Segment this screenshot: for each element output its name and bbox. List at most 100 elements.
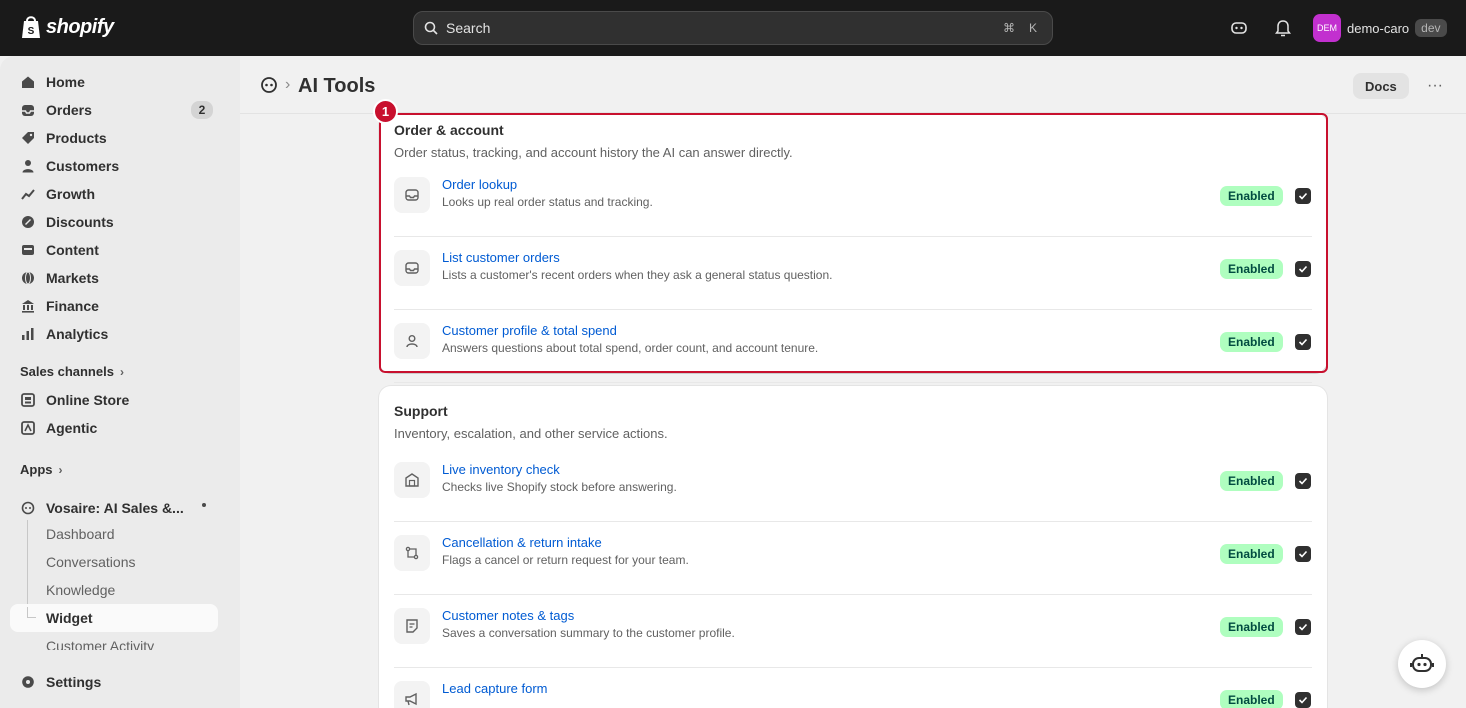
sidebar-subitem-dashboard[interactable]: Dashboard bbox=[46, 526, 115, 542]
sidebar-item-home[interactable]: Home bbox=[10, 68, 218, 96]
checkmark-icon bbox=[1298, 550, 1308, 558]
home-icon bbox=[20, 74, 36, 90]
tool-row-cancellation-return: Cancellation & return intake Flags a can… bbox=[394, 522, 1312, 595]
svg-text:S: S bbox=[28, 26, 35, 37]
tool-name-link[interactable]: Cancellation & return intake bbox=[442, 535, 602, 550]
discount-icon bbox=[20, 214, 36, 230]
sidebar-subitem-knowledge[interactable]: Knowledge bbox=[46, 582, 115, 598]
sidebar-item-markets[interactable]: Markets bbox=[10, 264, 218, 292]
store-icon bbox=[20, 392, 36, 408]
annotation-highlight-box bbox=[379, 113, 1328, 373]
sidebar-subitem-conversations[interactable]: Conversations bbox=[46, 554, 136, 570]
store-name: demo-caro bbox=[1347, 20, 1410, 36]
sidebar-item-label: Home bbox=[46, 74, 85, 90]
sales-channels-header[interactable]: Sales channels › bbox=[20, 364, 124, 379]
app-name: Vosaire: AI Sales &... bbox=[46, 500, 184, 516]
tool-description: Flags a cancel or return request for you… bbox=[442, 553, 689, 567]
enable-checkbox[interactable] bbox=[1295, 692, 1311, 708]
note-icon bbox=[394, 608, 430, 644]
sidebar-item-products[interactable]: Products bbox=[10, 124, 218, 152]
chatbot-icon bbox=[1410, 654, 1434, 672]
breadcrumb-chevron-icon: › bbox=[285, 76, 291, 93]
content-icon bbox=[20, 242, 36, 258]
sidebar-item-label: Customers bbox=[46, 158, 120, 174]
tool-name-link[interactable]: Lead capture form bbox=[442, 681, 548, 696]
sidebar-item-label: Analytics bbox=[46, 326, 109, 342]
sidebar-item-label: Settings bbox=[46, 674, 102, 690]
sidebar-item-settings[interactable]: Settings bbox=[10, 668, 218, 696]
apps-header[interactable]: Apps › bbox=[20, 462, 63, 477]
tool-row-lead-capture: Lead capture form Enabled bbox=[394, 668, 1312, 708]
enable-checkbox[interactable] bbox=[1295, 546, 1311, 562]
sidebar-item-label: Online Store bbox=[46, 392, 130, 408]
section-subtitle: Inventory, escalation, and other service… bbox=[394, 426, 668, 441]
sidebar-item-app[interactable]: Vosaire: AI Sales &... bbox=[10, 494, 218, 522]
sidebar-item-label: Orders bbox=[46, 102, 92, 118]
sidebar-item-online-store[interactable]: Online Store bbox=[10, 386, 218, 414]
sidebar-item-discounts[interactable]: Discounts bbox=[10, 208, 218, 236]
more-actions-icon[interactable]: ··· bbox=[1422, 73, 1448, 99]
search-input[interactable]: Search ⌘ K bbox=[413, 11, 1053, 45]
docs-button[interactable]: Docs bbox=[1353, 73, 1409, 99]
enable-checkbox[interactable] bbox=[1295, 473, 1311, 489]
sidebar-item-orders[interactable]: Orders 2 bbox=[10, 96, 218, 124]
orders-count-badge: 2 bbox=[191, 101, 213, 119]
section-card-support: Support Inventory, escalation, and other… bbox=[379, 386, 1327, 708]
avatar: DEM bbox=[1313, 14, 1341, 42]
status-badge: Enabled bbox=[1220, 471, 1283, 491]
checkmark-icon bbox=[1298, 696, 1308, 704]
tool-name-link[interactable]: Live inventory check bbox=[442, 462, 560, 477]
account-menu[interactable]: DEM demo-caro dev bbox=[1313, 14, 1447, 42]
orders-icon bbox=[20, 102, 36, 118]
checkmark-icon bbox=[1298, 477, 1308, 485]
chart-icon bbox=[20, 326, 36, 342]
tree-branch-icon bbox=[27, 607, 36, 618]
sidebar-item-agentic[interactable]: Agentic bbox=[10, 414, 218, 442]
apps-label: Apps bbox=[20, 462, 53, 477]
status-badge: Enabled bbox=[1220, 690, 1283, 708]
app-robot-icon bbox=[20, 500, 36, 516]
sidebar-item-growth[interactable]: Growth bbox=[10, 180, 218, 208]
sidebar-item-label: Content bbox=[46, 242, 99, 258]
k-key: K bbox=[1028, 21, 1037, 35]
chevron-right-icon: › bbox=[58, 462, 63, 477]
growth-icon bbox=[20, 186, 36, 202]
sidebar-item-label: Products bbox=[46, 130, 107, 146]
bell-icon[interactable] bbox=[1273, 18, 1293, 38]
sidebar-item-content[interactable]: Content bbox=[10, 236, 218, 264]
pin-dot-icon[interactable] bbox=[202, 503, 206, 507]
sidebar-item-label: Growth bbox=[46, 186, 95, 202]
sales-channels-label: Sales channels bbox=[20, 364, 114, 379]
warehouse-icon bbox=[394, 462, 430, 498]
sidebar-item-analytics[interactable]: Analytics bbox=[10, 320, 218, 348]
chevron-right-icon: › bbox=[119, 364, 124, 379]
globe-icon bbox=[20, 270, 36, 286]
shopify-logo[interactable]: S shopify bbox=[20, 14, 114, 40]
section-title: Support bbox=[394, 403, 448, 419]
sidebar-item-label: Agentic bbox=[46, 420, 98, 436]
sidebar-subitem-widget[interactable]: Widget bbox=[46, 610, 93, 626]
search-shortcut: ⌘ K bbox=[1000, 21, 1042, 35]
sidebar-item-label: Discounts bbox=[46, 214, 114, 230]
search-icon bbox=[424, 21, 438, 35]
person-icon bbox=[20, 158, 36, 174]
checkmark-icon bbox=[1298, 623, 1308, 631]
brand-name: shopify bbox=[46, 15, 114, 38]
megaphone-icon bbox=[394, 681, 430, 708]
sidebar-item-label: Markets bbox=[46, 270, 99, 286]
enable-checkbox[interactable] bbox=[1295, 619, 1311, 635]
env-badge: dev bbox=[1415, 19, 1447, 37]
page-header: › AI Tools Docs ··· bbox=[240, 56, 1466, 114]
status-badge: Enabled bbox=[1220, 617, 1283, 637]
tool-row-customer-notes: Customer notes & tags Saves a conversati… bbox=[394, 595, 1312, 668]
sidebar-item-customers[interactable]: Customers bbox=[10, 152, 218, 180]
active-item-bg bbox=[10, 604, 218, 632]
cmd-key: ⌘ bbox=[1003, 21, 1015, 35]
app-robot-icon[interactable] bbox=[260, 76, 278, 99]
tool-name-link[interactable]: Customer notes & tags bbox=[442, 608, 574, 623]
assistant-icon[interactable] bbox=[1229, 18, 1249, 38]
page-title: AI Tools bbox=[298, 75, 376, 97]
sidebar-item-finance[interactable]: Finance bbox=[10, 292, 218, 320]
chat-launcher-button[interactable] bbox=[1398, 640, 1446, 688]
sidebar-subitem-customer-activity[interactable]: Customer Activity bbox=[46, 638, 236, 650]
